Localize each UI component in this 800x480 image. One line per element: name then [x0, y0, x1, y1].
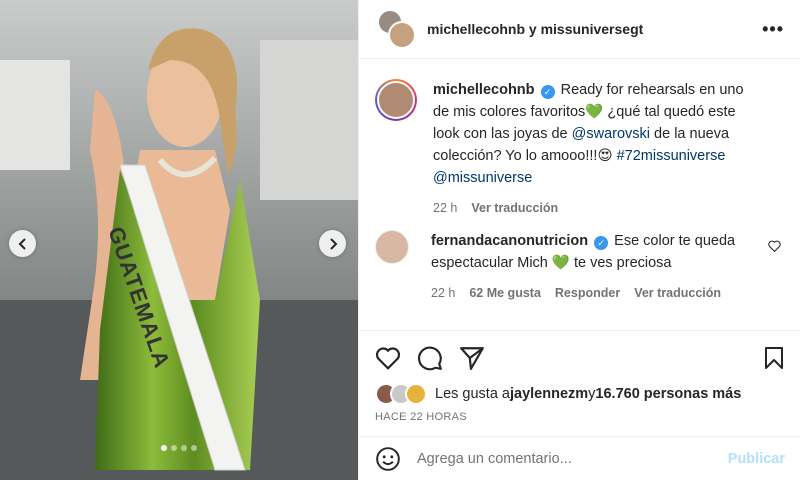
share-icon: [460, 347, 484, 370]
likes-count[interactable]: 16.760 personas más: [595, 386, 741, 402]
next-photo-button[interactable]: [319, 230, 346, 257]
previous-photo-button[interactable]: [9, 230, 36, 257]
comment-input[interactable]: [417, 450, 728, 467]
likes-summary: Les gusta a jaylennezm y 16.760 personas…: [375, 383, 785, 405]
translate-link[interactable]: Ver traducción: [634, 282, 721, 304]
comment-username[interactable]: fernandacanonutricion: [431, 233, 588, 249]
share-button[interactable]: [459, 346, 485, 370]
carousel-dot: [161, 445, 167, 451]
heart-icon[interactable]: [768, 240, 781, 252]
post-dialog: GUATEMALA michellecohnb y missuniversegt…: [0, 0, 800, 480]
carousel-dot: [191, 445, 197, 451]
bookmark-icon: [765, 347, 783, 369]
verified-icon: ✓: [540, 85, 555, 99]
publish-button[interactable]: Publicar: [728, 451, 785, 467]
translate-link[interactable]: Ver traducción: [471, 197, 558, 219]
caption-username[interactable]: michellecohnb: [433, 82, 535, 98]
carousel-dot: [171, 445, 177, 451]
comment-icon: [418, 346, 442, 371]
story-ring[interactable]: [375, 79, 417, 121]
mention-link[interactable]: @missuniverse: [433, 170, 532, 186]
more-icon[interactable]: •••: [762, 19, 784, 40]
comment-composer: Publicar: [359, 436, 800, 480]
comment: fernandacanonutricion ✓ Ese color te que…: [375, 230, 791, 304]
post-side-panel: michellecohnb y missuniversegt ••• miche…: [358, 0, 800, 480]
post-actions: Les gusta a jaylennezm y 16.760 personas…: [359, 330, 800, 423]
liker-username[interactable]: jaylennezm: [510, 386, 588, 402]
save-button[interactable]: [763, 346, 785, 370]
avatar: [377, 81, 415, 119]
comment-likes[interactable]: 62 Me gusta: [469, 282, 541, 304]
avatar: [405, 383, 427, 405]
avatar[interactable]: [375, 230, 409, 264]
post-photo: GUATEMALA: [0, 0, 358, 480]
like-button[interactable]: [375, 346, 401, 370]
chevron-right-icon: [329, 237, 337, 250]
liker-avatars[interactable]: [375, 383, 431, 405]
comment-time[interactable]: 22 h: [431, 282, 455, 304]
verified-icon: ✓: [594, 236, 609, 250]
comment-button[interactable]: [417, 345, 443, 371]
likes-joiner: y: [588, 386, 596, 402]
post-timestamp[interactable]: HACE 22 HORAS: [375, 411, 785, 423]
carousel-dots: [0, 445, 358, 451]
photo-illustration: GUATEMALA: [0, 0, 358, 480]
mention-link[interactable]: @swarovski: [572, 126, 650, 142]
likes-prefix: Les gusta a: [435, 386, 510, 402]
collab-avatars[interactable]: [377, 9, 417, 49]
carousel-dot: [181, 445, 187, 451]
hashtag-link[interactable]: #72missuniverse: [617, 148, 726, 164]
emoji-icon[interactable]: [375, 446, 401, 472]
post-header: michellecohnb y missuniversegt •••: [359, 0, 800, 59]
heart-icon: [375, 347, 401, 370]
avatar: [388, 21, 416, 49]
chevron-left-icon: [18, 237, 26, 250]
caption: michellecohnb ✓ Ready for rehearsals en …: [375, 79, 785, 219]
reply-button[interactable]: Responder: [555, 282, 620, 304]
post-owner-names[interactable]: michellecohnb y missuniversegt: [427, 21, 762, 37]
caption-meta: 22 h Ver traducción: [433, 197, 763, 219]
caption-time[interactable]: 22 h: [433, 197, 457, 219]
comment-meta: 22 h 62 Me gusta Responder Ver traducció…: [431, 282, 761, 304]
